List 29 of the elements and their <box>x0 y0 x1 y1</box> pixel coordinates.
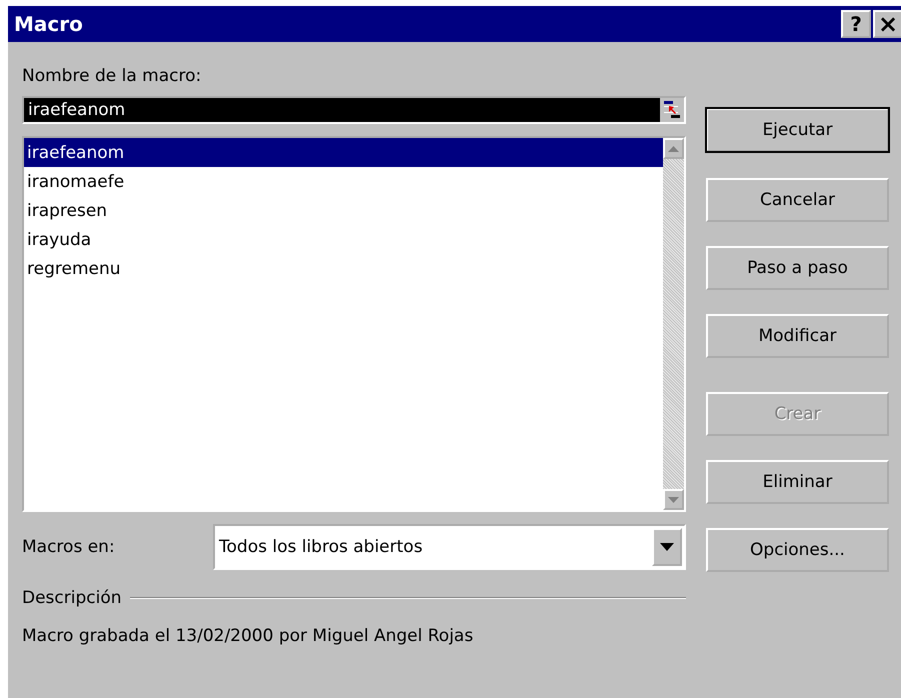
dropdown-button[interactable] <box>652 528 682 566</box>
scroll-down-button[interactable] <box>663 489 684 510</box>
caret-icon <box>660 543 674 551</box>
down-arrow-icon <box>668 496 679 502</box>
field-value: iraefeanom <box>24 98 660 122</box>
macros-in-label: Macros en: <box>22 537 116 557</box>
macro-list-item[interactable]: regremenu <box>24 254 663 283</box>
description-label: Descripción <box>22 588 122 608</box>
macro-list-item[interactable]: irayuda <box>24 225 663 254</box>
dialog-button[interactable]: Paso a paso <box>706 246 889 290</box>
dialog-button[interactable]: Modificar <box>706 314 889 358</box>
macros-in-dropdown[interactable]: Todos los libros abiertos <box>213 524 686 570</box>
macro-list-item[interactable]: iranomaefe <box>24 167 663 196</box>
window-title: Macro <box>14 12 83 36</box>
dialog-button[interactable]: Opciones... <box>706 528 889 572</box>
help-button[interactable]: ? <box>841 10 871 38</box>
macro-list-item[interactable]: irapresen <box>24 196 663 225</box>
dialog-button[interactable]: Eliminar <box>706 460 889 504</box>
macro-name-field[interactable]: iraefeanom <box>22 96 686 124</box>
macro-name-label: Nombre de la macro: <box>22 66 202 88</box>
macro-list-item[interactable]: iraefeanom <box>24 138 663 167</box>
close-button[interactable]: × <box>873 10 901 38</box>
description-text: Macro grabada el 13/02/2000 por Miguel Angel Rojas <box>22 626 474 646</box>
dropdown-value: Todos los libros abiertos <box>218 537 424 557</box>
scroll-up-button[interactable] <box>663 138 684 159</box>
dialog-button[interactable]: Cancelar <box>706 178 889 222</box>
collapse-dialog-icon[interactable] <box>660 98 684 122</box>
up-arrow-icon <box>668 146 679 152</box>
dialog-button[interactable]: Ejecutar <box>706 108 889 152</box>
